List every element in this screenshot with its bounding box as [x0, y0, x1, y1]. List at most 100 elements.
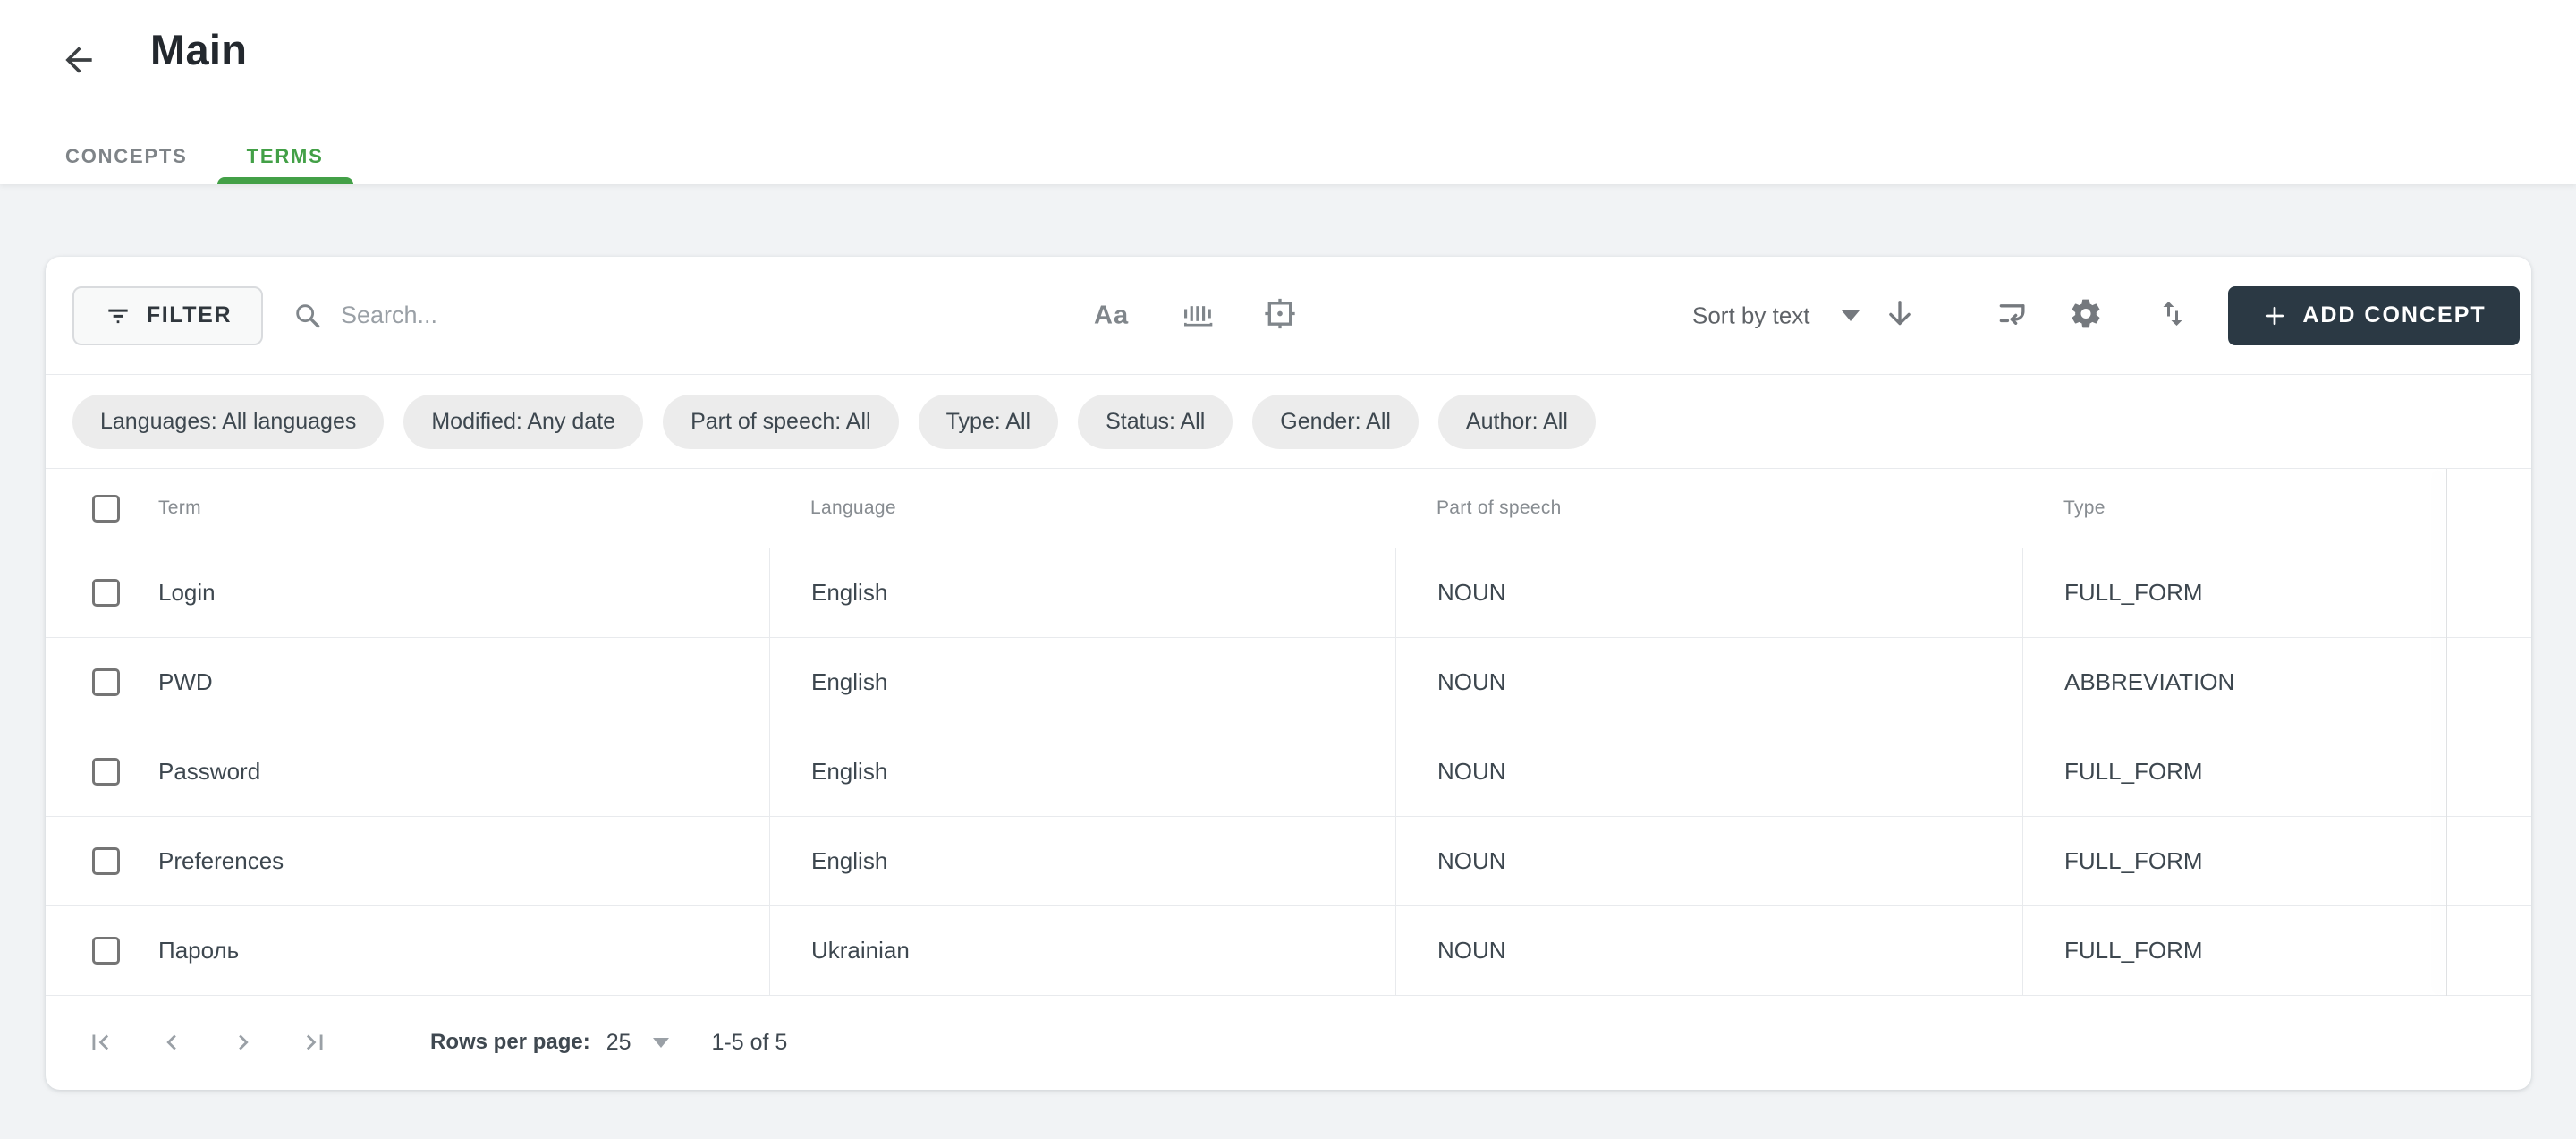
rows-per-page-label: Rows per page:	[430, 1030, 590, 1055]
sort-by-select[interactable]: Sort by text	[1692, 302, 1810, 329]
filter-chip-label: Author: All	[1466, 409, 1568, 435]
row-checkbox[interactable]	[92, 579, 120, 607]
arrows-up-down-icon[interactable]	[2157, 297, 2189, 334]
part-of-speech-text: NOUN	[1437, 847, 1506, 875]
table-row[interactable]: PWD English NOUN ABBREVIATION	[46, 638, 2531, 727]
row-checkbox[interactable]	[92, 847, 120, 875]
type-text: FULL_FORM	[2064, 847, 2203, 875]
row-overflow-cell	[2446, 817, 2531, 905]
term-cell: Пароль	[46, 906, 769, 995]
language-text: English	[811, 847, 887, 875]
terms-card: FILTER Aa	[46, 257, 2531, 1090]
pagination-bar: Rows per page: 25 1-5 of 5	[46, 996, 2531, 1089]
type-text: FULL_FORM	[2064, 937, 2203, 965]
filter-button-label: FILTER	[147, 302, 232, 328]
settings-gear-icon[interactable]	[2069, 296, 2103, 335]
term-text: Login	[158, 579, 216, 607]
back-button[interactable]	[54, 36, 104, 86]
filter-chip[interactable]: Modified: Any date	[403, 395, 643, 449]
language-cell: English	[769, 817, 1395, 905]
header-cell-overflow	[2446, 469, 2531, 548]
wrap-arrow-icon[interactable]	[1996, 296, 2029, 335]
barcode-icon[interactable]	[1180, 295, 1216, 336]
filter-chip-label: Gender: All	[1280, 409, 1391, 435]
search-input[interactable]	[341, 302, 842, 329]
filter-chip[interactable]: Type: All	[919, 395, 1059, 449]
filter-chip[interactable]: Author: All	[1438, 395, 1596, 449]
language-cell: English	[769, 548, 1395, 637]
tab-concepts-label: CONCEPTS	[65, 145, 188, 168]
language-text: English	[811, 668, 887, 696]
table-body: Login English NOUN FULL_FORM	[46, 548, 2531, 996]
part-of-speech-cell: NOUN	[1395, 548, 2022, 637]
type-cell: FULL_FORM	[2022, 817, 2446, 905]
term-cell: PWD	[46, 638, 769, 727]
rows-per-page-value[interactable]: 25	[606, 1030, 631, 1056]
plus-icon	[2261, 302, 2288, 329]
filter-chip-label: Part of speech: All	[691, 409, 871, 435]
focus-frame-icon[interactable]	[1262, 295, 1298, 336]
filter-chip[interactable]: Languages: All languages	[72, 395, 384, 449]
caret-down-icon[interactable]	[1842, 310, 1860, 321]
add-concept-button[interactable]: ADD CONCEPT	[2228, 286, 2520, 345]
row-checkbox[interactable]	[92, 668, 120, 696]
row-overflow-cell	[2446, 638, 2531, 727]
search-icon	[292, 301, 323, 331]
table-header-row: Term Language Part of speech Type	[46, 469, 2531, 548]
part-of-speech-cell: NOUN	[1395, 817, 2022, 905]
last-page-button[interactable]	[300, 1027, 330, 1058]
filter-chip[interactable]: Part of speech: All	[663, 395, 899, 449]
filter-chip-label: Type: All	[946, 409, 1031, 435]
next-page-button[interactable]	[228, 1027, 258, 1058]
row-checkbox[interactable]	[92, 758, 120, 786]
add-concept-label: ADD CONCEPT	[2302, 302, 2486, 328]
part-of-speech-cell: NOUN	[1395, 906, 2022, 995]
previous-page-button[interactable]	[157, 1027, 187, 1058]
match-case-icon[interactable]: Aa	[1094, 301, 1129, 330]
filter-button[interactable]: FILTER	[72, 286, 263, 345]
first-page-button[interactable]	[85, 1027, 115, 1058]
term-text: Пароль	[158, 937, 239, 965]
toolbar: FILTER Aa	[46, 257, 2531, 375]
column-label-type: Type	[2022, 469, 2446, 548]
table-row[interactable]: Preferences English NOUN FULL_FORM	[46, 817, 2531, 906]
part-of-speech-text: NOUN	[1437, 668, 1506, 696]
type-cell: FULL_FORM	[2022, 548, 2446, 637]
rows-per-page-caret-icon[interactable]	[653, 1038, 669, 1048]
language-cell: English	[769, 638, 1395, 727]
filter-chips-row: Languages: All languages Modified: Any d…	[46, 375, 2531, 469]
tab-terms[interactable]: TERMS	[217, 129, 353, 184]
tab-terms-label: TERMS	[247, 145, 324, 168]
page-title: Main	[150, 25, 247, 74]
terms-table: Term Language Part of speech Type Login	[46, 469, 2531, 996]
arrow-left-icon	[59, 40, 98, 80]
row-overflow-cell	[2446, 548, 2531, 637]
filter-chip[interactable]: Gender: All	[1252, 395, 1419, 449]
language-text: English	[811, 579, 887, 607]
filter-chip-label: Status: All	[1106, 409, 1205, 435]
row-checkbox[interactable]	[92, 937, 120, 965]
table-row[interactable]: Пароль Ukrainian NOUN FULL_FORM	[46, 906, 2531, 996]
term-cell: Login	[46, 548, 769, 637]
tab-bar: CONCEPTS TERMS	[36, 129, 353, 184]
page-header: Main CONCEPTS TERMS	[0, 0, 2576, 184]
column-label-language: Language	[769, 469, 1395, 548]
filter-chip-label: Languages: All languages	[100, 409, 356, 435]
language-cell: Ukrainian	[769, 906, 1395, 995]
table-row[interactable]: Password English NOUN FULL_FORM	[46, 727, 2531, 817]
filter-chip[interactable]: Status: All	[1078, 395, 1233, 449]
pinned-column-shadow	[2446, 469, 2447, 996]
language-text: English	[811, 758, 887, 786]
part-of-speech-cell: NOUN	[1395, 727, 2022, 816]
part-of-speech-text: NOUN	[1437, 758, 1506, 786]
part-of-speech-text: NOUN	[1437, 579, 1506, 607]
row-overflow-cell	[2446, 727, 2531, 816]
filter-icon	[104, 302, 132, 330]
table-row[interactable]: Login English NOUN FULL_FORM	[46, 548, 2531, 638]
type-text: FULL_FORM	[2064, 579, 2203, 607]
part-of-speech-cell: NOUN	[1395, 638, 2022, 727]
select-all-checkbox[interactable]	[92, 495, 120, 523]
tab-concepts[interactable]: CONCEPTS	[36, 129, 217, 184]
term-text: Preferences	[158, 847, 284, 875]
sort-direction-arrow-down-icon[interactable]	[1883, 296, 1917, 335]
